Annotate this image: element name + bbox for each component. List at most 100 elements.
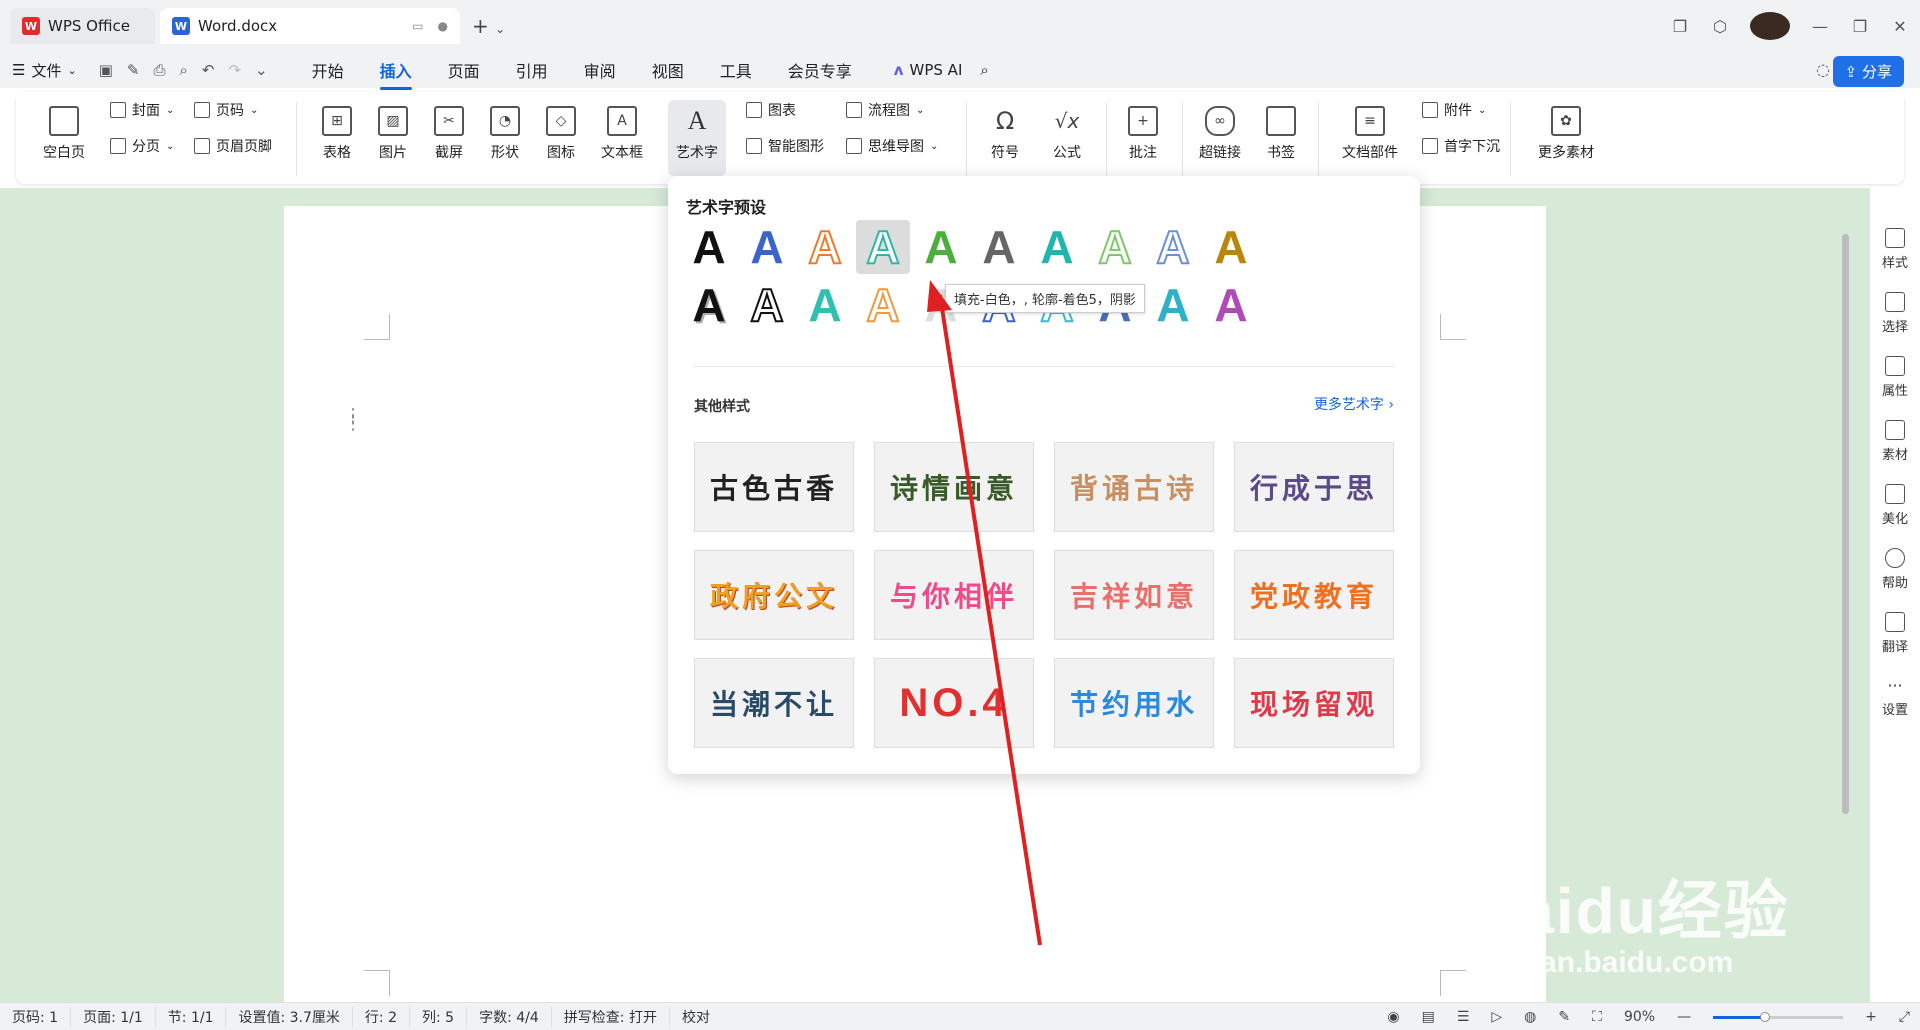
wordart-preset[interactable]: A [914, 220, 968, 274]
tab-review[interactable]: 审阅 [584, 58, 616, 82]
bookmark-button[interactable]: 书签 [1256, 106, 1306, 162]
sidebar-item-translate[interactable]: 翻译 [1870, 612, 1920, 655]
style-card[interactable]: 党政教育 [1234, 550, 1394, 640]
wordart-preset[interactable]: A [1146, 278, 1200, 332]
flowchart-button[interactable]: 流程图 ⌄ [846, 100, 924, 120]
wordart-preset[interactable]: A [972, 220, 1026, 274]
wordart-preset[interactable]: A [798, 278, 852, 332]
unsaved-dot-icon[interactable]: ● [438, 19, 448, 33]
icon-button[interactable]: ◇ 图标 [536, 106, 586, 162]
status-spell[interactable]: 拼写检查: 打开 [552, 1006, 670, 1027]
wordart-button[interactable]: A 艺术字 [668, 100, 726, 176]
sidebar-item-beautify[interactable]: 美化 [1870, 484, 1920, 527]
window-restore-alt-icon[interactable]: ❐ [1660, 17, 1700, 36]
chat-icon[interactable]: ◌ [1816, 60, 1830, 79]
screenshot-button[interactable]: ✂ 截屏 [424, 106, 474, 162]
eye-icon[interactable]: ◉ [1387, 1009, 1399, 1025]
status-words[interactable]: 字数: 4/4 [467, 1006, 552, 1027]
web-view-icon[interactable]: ◍ [1524, 1009, 1536, 1025]
print-icon[interactable]: ⎙ [153, 61, 165, 79]
sidebar-item-select[interactable]: 选择 [1870, 292, 1920, 335]
tab-word-docx[interactable]: W Word.docx ▭ ● [160, 8, 460, 44]
textbox-button[interactable]: A 文本框 [592, 106, 652, 162]
style-card[interactable]: 与你相伴 [874, 550, 1034, 640]
undo-icon[interactable]: ↶ [202, 61, 215, 79]
style-card[interactable]: 节约用水 [1054, 658, 1214, 748]
zoom-level[interactable]: 90% [1624, 1009, 1655, 1025]
comment-button[interactable]: + 批注 [1118, 106, 1168, 162]
doc-parts-button[interactable]: ≡ 文档部件 [1332, 106, 1408, 162]
zoom-slider[interactable] [1713, 1011, 1844, 1022]
chevron-down-icon[interactable]: ⌄ [495, 22, 505, 36]
formula-button[interactable]: √x 公式 [1042, 106, 1092, 162]
zoom-slider-knob[interactable] [1759, 1011, 1770, 1022]
new-tab-button[interactable]: + ⌄ [472, 14, 505, 38]
tab-member[interactable]: 会员专享 [788, 58, 852, 82]
attachment-button[interactable]: 附件 ⌄ [1422, 100, 1486, 120]
sidebar-item-material[interactable]: 素材 [1870, 420, 1920, 463]
close-icon[interactable]: ✕ [1880, 17, 1920, 36]
wordart-preset-selected[interactable]: A [856, 220, 910, 274]
hyperlink-button[interactable]: ∞ 超链接 [1192, 106, 1248, 162]
sidebar-item-properties[interactable]: 属性 [1870, 356, 1920, 399]
style-card[interactable]: 现场留观 [1234, 658, 1394, 748]
tab-page[interactable]: 页面 [448, 58, 480, 82]
share-button[interactable]: ⇪ 分享 [1832, 56, 1904, 87]
cube-icon[interactable]: ⬡ [1700, 17, 1740, 36]
format-painter-icon[interactable]: ✎ [127, 61, 140, 79]
style-card[interactable]: 背诵古诗 [1054, 442, 1214, 532]
tab-home[interactable]: 开始 [312, 58, 344, 82]
more-material-button[interactable]: ✿ 更多素材 [1526, 106, 1606, 162]
wordart-preset[interactable]: A [682, 278, 736, 332]
monitor-icon[interactable]: ▭ [412, 19, 423, 33]
wordart-preset[interactable]: A [1088, 220, 1142, 274]
wordart-preset[interactable]: A [1030, 220, 1084, 274]
wordart-preset[interactable]: A [682, 220, 736, 274]
wordart-preset[interactable]: A [1204, 278, 1258, 332]
chart-button[interactable]: 图表 [746, 100, 796, 120]
more-chevron-icon[interactable]: ⌄ [255, 61, 268, 79]
sidebar-item-settings[interactable]: ··· 设置 [1870, 676, 1920, 718]
picture-button[interactable]: ▨ 图片 [368, 106, 418, 162]
save-icon[interactable]: ▣ [99, 61, 113, 79]
shape-button[interactable]: ◔ 形状 [480, 106, 530, 162]
play-icon[interactable]: ▷ [1491, 1009, 1502, 1025]
table-button[interactable]: ⊞ 表格 [312, 106, 362, 162]
wordart-preset[interactable]: A [1146, 220, 1200, 274]
mindmap-button[interactable]: 思维导图 ⌄ [846, 136, 938, 156]
wordart-preset[interactable]: A [740, 220, 794, 274]
tab-view[interactable]: 视图 [652, 58, 684, 82]
expand-icon[interactable]: ⤢ [1899, 1009, 1910, 1025]
pen-icon[interactable]: ✎ [1558, 1009, 1570, 1025]
more-wordart-link[interactable]: 更多艺术字 › [1314, 394, 1394, 414]
wps-ai-button[interactable]: ᴧ WPS AI ⌕ [894, 61, 989, 79]
page-number-button[interactable]: 页码 ⌄ [194, 100, 258, 120]
vertical-scrollbar[interactable] [1838, 188, 1852, 998]
symbol-button[interactable]: Ω 符号 [980, 106, 1030, 162]
wordart-preset[interactable]: A [856, 278, 910, 332]
tab-wps-office[interactable]: W WPS Office [10, 8, 155, 44]
blank-page-button[interactable]: 空白页 [34, 106, 94, 162]
redo-icon[interactable]: ↷ [228, 61, 241, 79]
style-card[interactable]: 吉祥如意 [1054, 550, 1214, 640]
cover-button[interactable]: 封面 ⌄ [110, 100, 174, 120]
style-card[interactable]: 当潮不让 [694, 658, 854, 748]
tab-references[interactable]: 引用 [516, 58, 548, 82]
avatar[interactable] [1750, 12, 1790, 40]
file-menu[interactable]: ☰ 文件 ⌄ [12, 60, 77, 81]
minimize-icon[interactable]: — [1800, 17, 1840, 36]
tab-insert[interactable]: 插入 [379, 58, 412, 90]
wordart-preset[interactable]: A [1204, 220, 1258, 274]
style-card[interactable]: 政府公文 [694, 550, 854, 640]
wordart-preset[interactable]: A [740, 278, 794, 332]
sidebar-item-style[interactable]: 样式 [1870, 228, 1920, 271]
search-icon[interactable]: ⌕ [980, 61, 988, 79]
style-card[interactable]: 诗情画意 [874, 442, 1034, 532]
zoom-out-icon[interactable]: — [1677, 1009, 1691, 1025]
outline-view-icon[interactable]: ☰ [1457, 1009, 1470, 1025]
style-card[interactable]: 行成于思 [1234, 442, 1394, 532]
status-proof[interactable]: 校对 [670, 1007, 722, 1027]
header-footer-button[interactable]: 页眉页脚 [194, 136, 272, 156]
sidebar-item-help[interactable]: 帮助 [1870, 548, 1920, 591]
drop-cap-button[interactable]: 首字下沉 [1422, 136, 1500, 156]
